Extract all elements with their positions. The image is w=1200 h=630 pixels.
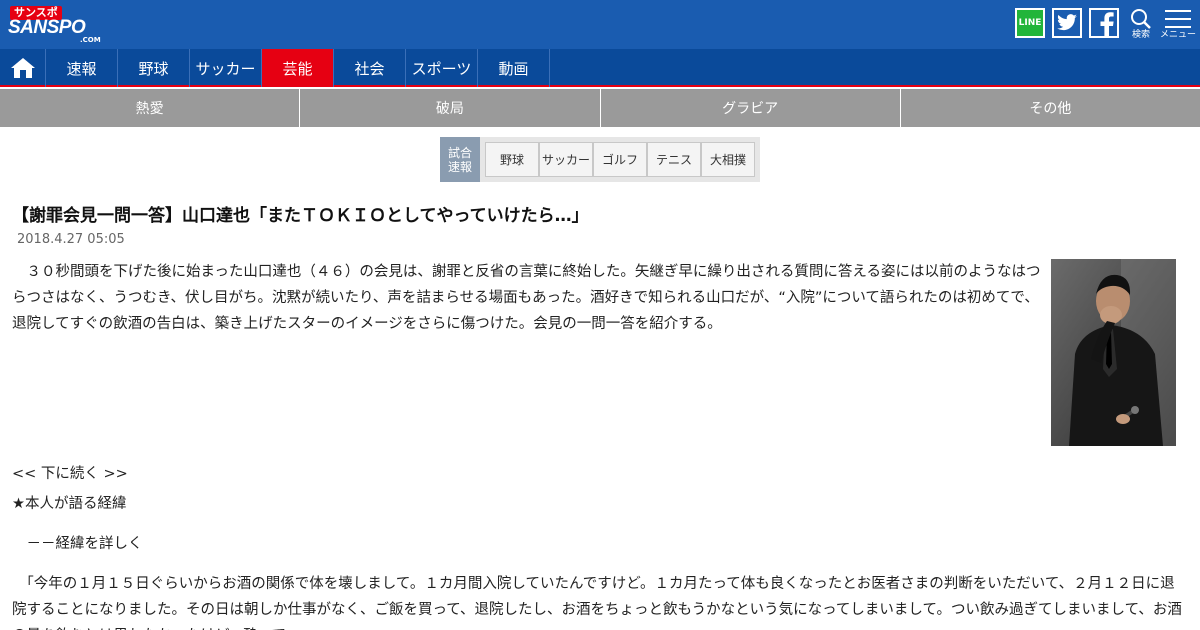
nav-item-video[interactable]: 動画 — [478, 49, 550, 87]
article-paragraph: 「今年の１月１５日ぐらいからお酒の関係で体を壊しまして。１カ月間入院していたんで… — [12, 576, 1182, 630]
subnav-item-love[interactable]: 熱愛 — [0, 89, 301, 127]
line-icon: LINE — [1018, 18, 1042, 28]
nav-label: 動画 — [498, 59, 529, 78]
article-question: －－経緯を詳しく — [12, 536, 143, 552]
live-tab-soccer[interactable]: サッカー — [539, 142, 593, 177]
sub-nav: 熱愛 破局 グラビア その他 — [0, 89, 1200, 127]
nav-label: スポーツ — [411, 59, 472, 78]
subnav-label: グラビア — [722, 101, 779, 117]
menu-label: メニュー — [1159, 30, 1196, 40]
subnav-label: 破局 — [435, 101, 464, 117]
facebook-icon — [1089, 8, 1119, 38]
subnav-label: 熱愛 — [135, 101, 164, 117]
twitter-share-button[interactable] — [1052, 8, 1082, 38]
article-photo[interactable] — [1051, 259, 1176, 446]
subnav-label: その他 — [1029, 101, 1072, 117]
search-label: 検索 — [1131, 30, 1150, 40]
article-date: 2018.4.27 05:05 — [17, 232, 125, 247]
twitter-icon — [1057, 14, 1077, 31]
facebook-share-button[interactable] — [1089, 8, 1119, 38]
line-share-button[interactable]: LINE — [1015, 8, 1045, 38]
search-icon — [1131, 9, 1151, 29]
logo-main-text: SANSPO — [8, 17, 86, 38]
continue-below-link[interactable]: << 下に続く >> — [12, 461, 128, 487]
nav-item-sokuho[interactable]: 速報 — [46, 49, 118, 87]
home-icon — [10, 58, 35, 78]
live-tab-label: 大相撲 — [709, 153, 746, 167]
menu-button[interactable]: メニュー — [1158, 8, 1198, 42]
nav-item-baseball[interactable]: 野球 — [118, 49, 190, 87]
subnav-item-breakup[interactable]: 破局 — [300, 89, 601, 127]
nav-home[interactable] — [0, 49, 46, 87]
nav-label: 芸能 — [282, 59, 313, 78]
nav-item-entertainment[interactable]: 芸能 — [262, 49, 334, 87]
live-tab-label: テニス — [655, 153, 692, 167]
nav-label: 速報 — [66, 59, 97, 78]
article-lead: ３０秒間頭を下げた後に始まった山口達也（４６）の会見は、謝罪と反省の言葉に終始し… — [12, 264, 1041, 332]
live-score-label: 試合 速報 — [440, 137, 480, 182]
nav-label: 野球 — [138, 59, 169, 78]
live-tab-golf[interactable]: ゴルフ — [593, 142, 647, 177]
live-label-line2: 速報 — [447, 159, 472, 174]
nav-item-soccer[interactable]: サッカー — [190, 49, 262, 87]
live-tab-tennis[interactable]: テニス — [647, 142, 701, 177]
live-tab-baseball[interactable]: 野球 — [485, 142, 539, 177]
nav-label: 社会 — [354, 59, 385, 78]
search-button[interactable]: 検索 — [1121, 8, 1161, 42]
nav-item-sports[interactable]: スポーツ — [406, 49, 478, 87]
live-tab-label: ゴルフ — [601, 153, 638, 167]
logo-sub-text: .COM — [80, 36, 101, 44]
live-tab-label: 野球 — [499, 153, 524, 167]
subnav-item-other[interactable]: その他 — [901, 89, 1200, 127]
live-label-line1: 試合 — [447, 145, 472, 160]
sanspo-logo[interactable]: サンスポ SANSPO .COM — [8, 6, 112, 44]
nav-item-society[interactable]: 社会 — [334, 49, 406, 87]
press-conference-photo — [1051, 259, 1176, 446]
article-headline: 【謝罪会見一問一答】山口達也「またＴＯＫＩＯとしてやっていけたら…」 — [12, 206, 589, 226]
live-tab-sumo[interactable]: 大相撲 — [701, 142, 755, 177]
nav-label: サッカー — [195, 59, 256, 78]
subnav-item-gravure[interactable]: グラビア — [601, 89, 901, 127]
live-tab-label: サッカー — [541, 153, 590, 167]
article-subhead: ★本人が語る経緯 — [12, 496, 127, 512]
site-header: サンスポ SANSPO .COM LINE 検索 メニュー — [0, 0, 1200, 49]
hamburger-icon — [1165, 10, 1191, 28]
live-score-box: 試合 速報 野球 サッカー ゴルフ テニス 大相撲 — [440, 137, 760, 182]
live-score-tabs: 野球 サッカー ゴルフ テニス 大相撲 — [485, 142, 755, 177]
main-nav: 速報 野球 サッカー 芸能 社会 スポーツ 動画 — [0, 49, 1200, 87]
